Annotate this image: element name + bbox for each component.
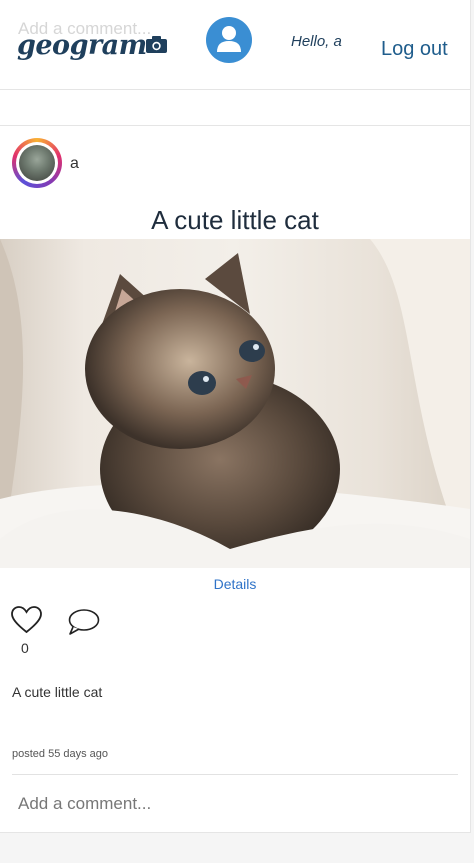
post-caption: A cute little cat	[12, 684, 103, 700]
heart-icon[interactable]	[11, 606, 42, 634]
top-nav: Add a comment... geogram Hello, a Log ou…	[0, 0, 470, 90]
details-link[interactable]: Details	[0, 576, 470, 592]
post-username[interactable]: a	[70, 155, 79, 173]
greeting: Hello, a	[291, 33, 342, 50]
comment-divider	[12, 774, 458, 775]
cat-photo	[0, 239, 470, 568]
profile-avatar[interactable]	[206, 17, 252, 63]
post-user-avatar[interactable]	[12, 138, 62, 188]
post-timestamp: posted 55 days ago	[12, 748, 109, 760]
comment-input[interactable]	[0, 776, 470, 832]
comment-icon[interactable]	[67, 608, 100, 636]
camera-icon[interactable]	[146, 36, 167, 53]
post-header: a	[0, 126, 470, 206]
post-title: A cute little cat	[151, 205, 319, 235]
page: Add a comment... geogram Hello, a Log ou…	[0, 0, 471, 863]
app-logo[interactable]: geogram	[17, 30, 147, 61]
post-image	[0, 239, 470, 568]
logout-link[interactable]: Log out	[381, 38, 448, 61]
stories-strip	[0, 90, 470, 126]
page-footer-bg	[0, 833, 474, 863]
like-count: 0	[21, 640, 29, 656]
user-icon	[217, 26, 241, 52]
